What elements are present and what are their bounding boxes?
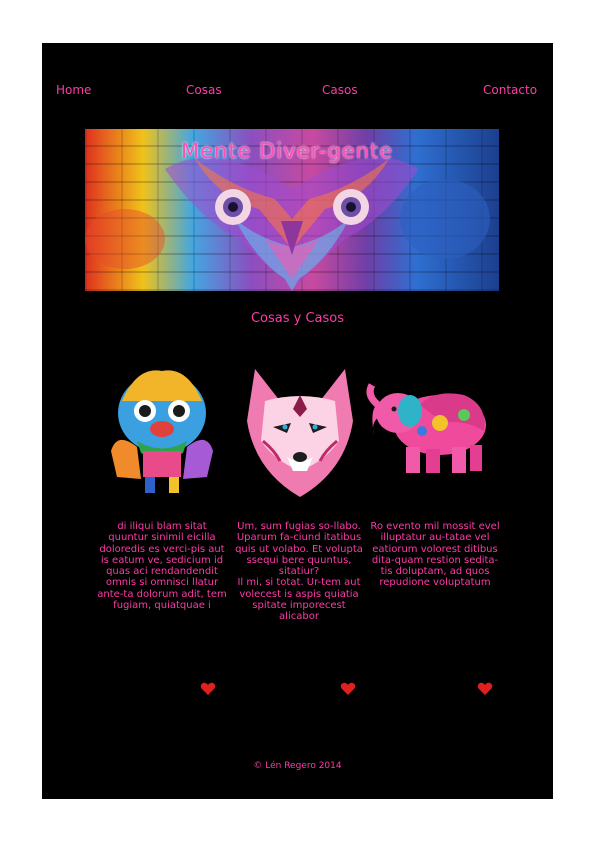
nav-contacto-link[interactable]: Contacto xyxy=(483,83,537,97)
nav-casos-link[interactable]: Casos xyxy=(322,83,358,97)
nav-home-link[interactable]: Home xyxy=(56,83,91,97)
wolf-illustration xyxy=(247,369,353,497)
card-text-3: Ro evento mil mossit evel illuptatur au-… xyxy=(370,521,500,589)
main-nav: Home Cosas Casos Contacto xyxy=(42,83,553,99)
heart-icon[interactable] xyxy=(340,681,356,697)
nav-cosas-link[interactable]: Cosas xyxy=(186,83,222,97)
heart-icon[interactable] xyxy=(477,681,493,697)
section-title: Cosas y Casos xyxy=(250,311,345,326)
header-banner: Mente Diver-gente xyxy=(85,129,499,291)
page-container: Home Cosas Casos Contacto Mente Diver-ge… xyxy=(42,43,553,799)
card-text-2: Um, sum fugias so-llabo. Uparum fa-ciund… xyxy=(235,521,363,623)
site-title: Mente Diver-gente xyxy=(181,139,394,163)
heart-icon[interactable] xyxy=(200,681,216,697)
card-text-1: di iliqui blam sitat quuntur sinimil eic… xyxy=(97,521,227,612)
lion-dance-illustration xyxy=(111,370,213,493)
footer-copyright: © Lén Regero 2014 xyxy=(253,761,342,771)
elephant-illustration xyxy=(366,383,486,473)
